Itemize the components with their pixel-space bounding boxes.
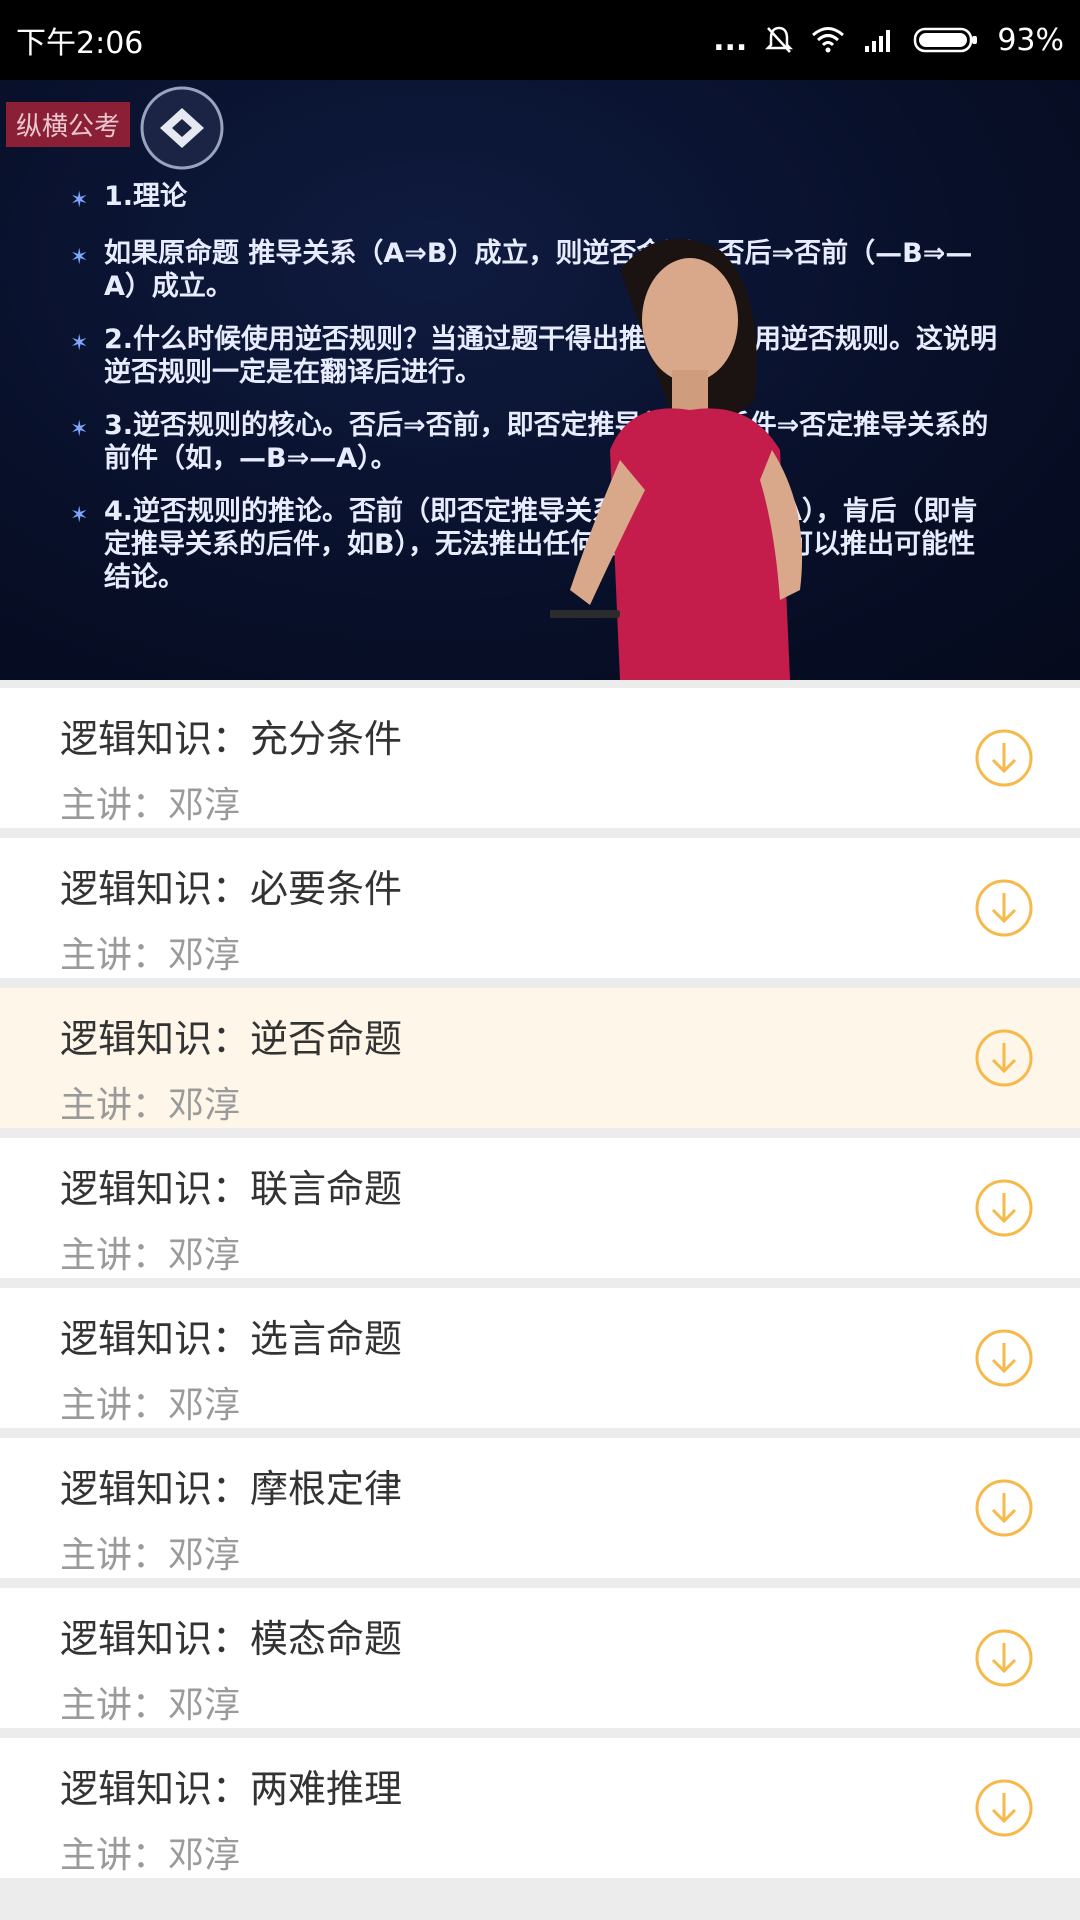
status-icons: ... 93%: [713, 23, 1064, 58]
brand-logo-icon: [140, 86, 224, 170]
video-player[interactable]: 纵横公考 ✶ 1.理论 ✶ 如果原命题 推导关系（A⇒B）成立，则逆否命题，否后…: [0, 80, 1080, 680]
list-item[interactable]: 逻辑知识：选言命题 主讲：邓淳: [0, 1288, 1080, 1428]
download-icon[interactable]: [974, 1778, 1034, 1838]
lecturer-label: 主讲：邓淳: [60, 935, 241, 976]
bullet-star-icon: ✶: [70, 503, 89, 528]
list-item-active[interactable]: 逻辑知识：逆否命题 主讲：邓淳: [0, 988, 1080, 1128]
lesson-title: 逻辑知识：选言命题: [60, 1317, 403, 1361]
download-icon[interactable]: [974, 1628, 1034, 1688]
wifi-icon: [811, 26, 845, 54]
status-time: 下午2:06: [16, 26, 144, 61]
download-icon[interactable]: [974, 1178, 1034, 1238]
slide-text: ✶ 1.理论 ✶ 如果原命题 推导关系（A⇒B）成立，则逆否命题，否后⇒否前（—…: [70, 180, 1000, 614]
slide-bullet: ✶ 3.逆否规则的核心。否后⇒否前，即否定推导关系的后件⇒否定推导关系的前件（如…: [70, 409, 1000, 475]
lesson-title: 逻辑知识：模态命题: [60, 1617, 403, 1661]
bullet-star-icon: ✶: [70, 188, 89, 213]
list-item[interactable]: 逻辑知识：必要条件 主讲：邓淳: [0, 838, 1080, 978]
slide-bullet: ✶ 1.理论: [70, 180, 1000, 217]
brand-label: 纵横公考: [6, 102, 131, 147]
lesson-title: 逻辑知识：必要条件: [60, 867, 403, 911]
presenter-figure: [550, 238, 803, 680]
signal-icon: [863, 26, 895, 54]
list-item[interactable]: 逻辑知识：摩根定律 主讲：邓淳: [0, 1438, 1080, 1578]
course-list: 逻辑知识：充分条件 主讲：邓淳 逻辑知识：必要条件 主讲：邓淳 逻辑知识：逆否命…: [0, 688, 1080, 1888]
lesson-title: 逻辑知识：联言命题: [60, 1167, 403, 1211]
list-item[interactable]: 逻辑知识：充分条件 主讲：邓淳: [0, 688, 1080, 828]
lecturer-label: 主讲：邓淳: [60, 1535, 241, 1576]
more-dots-icon: ...: [713, 22, 748, 58]
lesson-title: 逻辑知识：充分条件: [60, 717, 403, 761]
download-icon[interactable]: [974, 1328, 1034, 1388]
lesson-title: 逻辑知识：两难推理: [60, 1767, 403, 1811]
lecturer-label: 主讲：邓淳: [60, 1685, 241, 1726]
lecturer-label: 主讲：邓淳: [60, 1385, 241, 1426]
bullet-star-icon: ✶: [70, 417, 89, 442]
lecturer-label: 主讲：邓淳: [60, 1835, 241, 1876]
download-icon[interactable]: [974, 728, 1034, 788]
lecturer-label: 主讲：邓淳: [60, 1235, 241, 1276]
lecturer-label: 主讲：邓淳: [60, 785, 241, 826]
lecturer-label: 主讲：邓淳: [60, 1085, 241, 1126]
bullet-star-icon: ✶: [70, 331, 89, 356]
lesson-title: 逻辑知识：摩根定律: [60, 1467, 403, 1511]
list-item[interactable]: 逻辑知识：两难推理 主讲：邓淳: [0, 1738, 1080, 1878]
slide-bullet: ✶ 4.逆否规则的推论。否前（即否定推导关系的前件，如—A），肯后（即肯定推导关…: [70, 495, 1000, 594]
download-icon[interactable]: [974, 878, 1034, 938]
slide-bullet: ✶ 如果原命题 推导关系（A⇒B）成立，则逆否命题，否后⇒否前（—B⇒—A）成立…: [70, 237, 1000, 303]
bullet-star-icon: ✶: [70, 245, 89, 270]
download-icon[interactable]: [974, 1028, 1034, 1088]
list-item[interactable]: 逻辑知识：联言命题 主讲：邓淳: [0, 1138, 1080, 1278]
battery-percent: 93%: [997, 22, 1064, 58]
mute-bell-icon: [765, 25, 794, 55]
list-item[interactable]: 逻辑知识：模态命题 主讲：邓淳: [0, 1588, 1080, 1728]
slide-bullet: ✶ 2.什么时候使用逆否规则？当通过题干得出推导关系后用逆否规则。这说明逆否规则…: [70, 323, 1000, 389]
status-bar: 下午2:06 ... 93%: [0, 0, 1080, 80]
download-icon[interactable]: [974, 1478, 1034, 1538]
lesson-title: 逻辑知识：逆否命题: [60, 1017, 403, 1061]
battery-icon: [913, 25, 979, 55]
